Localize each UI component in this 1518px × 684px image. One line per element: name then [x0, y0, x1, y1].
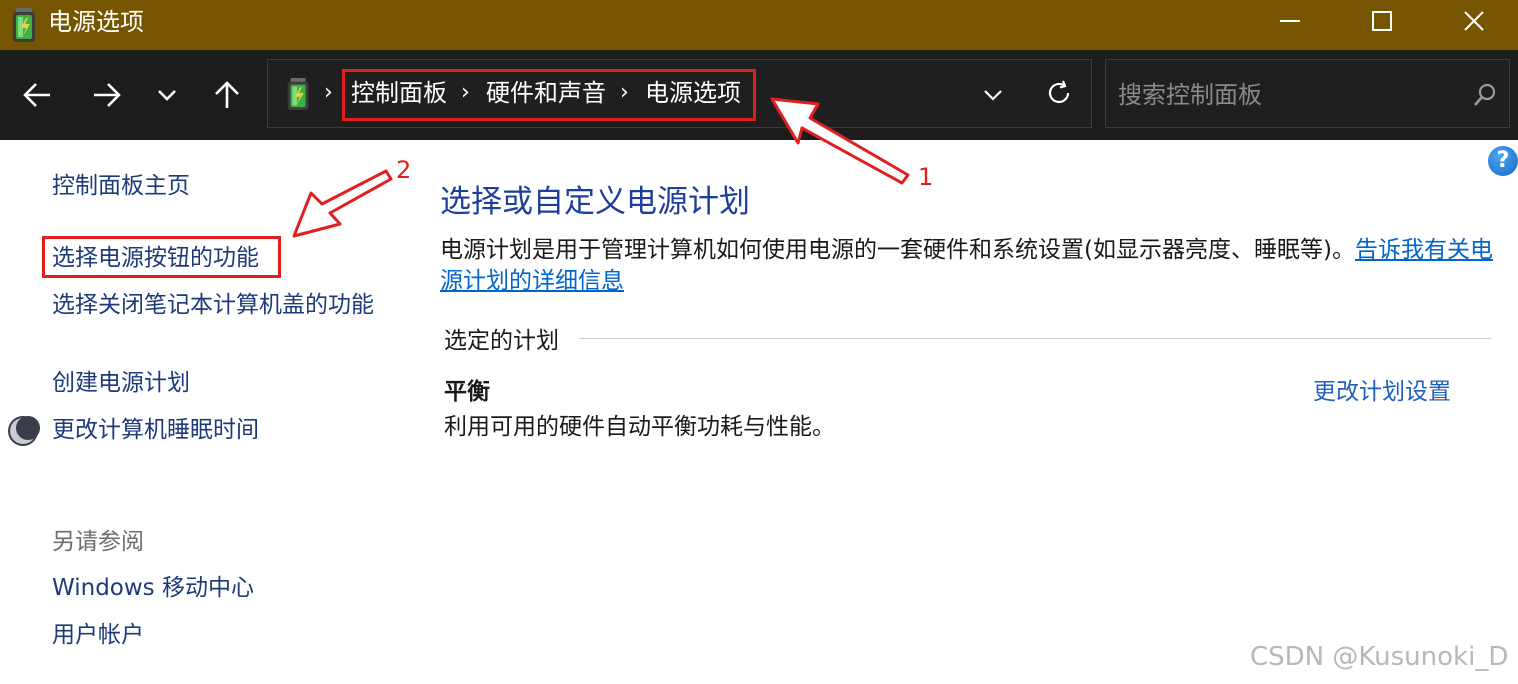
- sidebar-lid-close-function[interactable]: 选择关闭笔记本计算机盖的功能: [52, 290, 382, 320]
- address-bar[interactable]: › 控制面板 › 硬件和声音 › 电源选项: [267, 59, 1092, 128]
- annotation-arrow-2: [292, 169, 393, 238]
- breadcrumb-separator: ›: [461, 80, 470, 105]
- section-divider: [579, 338, 1491, 339]
- sidebar-control-panel-home[interactable]: 控制面板主页: [52, 171, 190, 201]
- battery-power-icon: [287, 78, 309, 110]
- forward-arrow-icon[interactable]: [88, 77, 124, 113]
- sidebar-sleep-time[interactable]: 更改计算机睡眠时间: [52, 415, 259, 445]
- navigation-bar: › 控制面板 › 硬件和声音 › 电源选项 搜索控制面板: [0, 50, 1518, 140]
- up-arrow-icon[interactable]: [209, 77, 245, 113]
- page-title: 选择或自定义电源计划: [440, 184, 750, 220]
- sidebar-create-power-plan[interactable]: 创建电源计划: [52, 368, 190, 398]
- sidebar-user-accounts[interactable]: 用户帐户: [52, 620, 144, 650]
- title-bar: 电源选项: [0, 0, 1518, 50]
- refresh-icon[interactable]: [1044, 78, 1074, 108]
- breadcrumb-power-options[interactable]: 电源选项: [645, 78, 741, 108]
- breadcrumb-separator: ›: [324, 80, 333, 105]
- sidebar-power-button-function[interactable]: 选择电源按钮的功能: [52, 243, 259, 273]
- minimize-icon: [1280, 20, 1300, 22]
- chevron-down-icon[interactable]: [980, 82, 1006, 108]
- close-icon: [1464, 11, 1484, 31]
- breadcrumb-hardware-sound[interactable]: 硬件和声音: [486, 78, 606, 108]
- search-icon[interactable]: [1472, 82, 1498, 108]
- sidebar-windows-mobility-center[interactable]: Windows 移动中心: [52, 573, 254, 603]
- moon-sleep-icon: [8, 416, 40, 446]
- window-title: 电源选项: [48, 8, 144, 36]
- page-description: 电源计划是用于管理计算机如何使用电源的一套硬件和系统设置(如显示器亮度、睡眠等)…: [440, 235, 1495, 297]
- plan-description: 利用可用的硬件自动平衡功耗与性能。: [444, 414, 835, 440]
- annotation-number-2: 2: [396, 156, 412, 184]
- battery-power-icon: [13, 8, 35, 42]
- plan-name: 平衡: [444, 379, 490, 405]
- back-arrow-icon[interactable]: [20, 77, 56, 113]
- maximize-icon: [1372, 11, 1392, 31]
- watermark: CSDN @Kusunoki_D: [1250, 642, 1509, 672]
- help-button[interactable]: ?: [1488, 146, 1518, 176]
- maximize-button[interactable]: [1336, 0, 1428, 44]
- history-chevron-icon[interactable]: [149, 77, 185, 113]
- search-input[interactable]: 搜索控制面板: [1105, 59, 1510, 128]
- minimize-button[interactable]: [1244, 0, 1336, 44]
- see-also-heading: 另请参阅: [52, 529, 144, 555]
- selected-plan-heading: 选定的计划: [444, 328, 559, 354]
- change-plan-settings-link[interactable]: 更改计划设置: [1313, 377, 1451, 407]
- description-text: 电源计划是用于管理计算机如何使用电源的一套硬件和系统设置(如显示器亮度、睡眠等)…: [440, 237, 1355, 263]
- breadcrumb-separator: ›: [620, 80, 629, 105]
- close-button[interactable]: [1428, 0, 1518, 44]
- breadcrumb-control-panel[interactable]: 控制面板: [351, 78, 447, 108]
- annotation-number-1: 1: [918, 163, 934, 191]
- search-placeholder: 搜索控制面板: [1118, 81, 1262, 109]
